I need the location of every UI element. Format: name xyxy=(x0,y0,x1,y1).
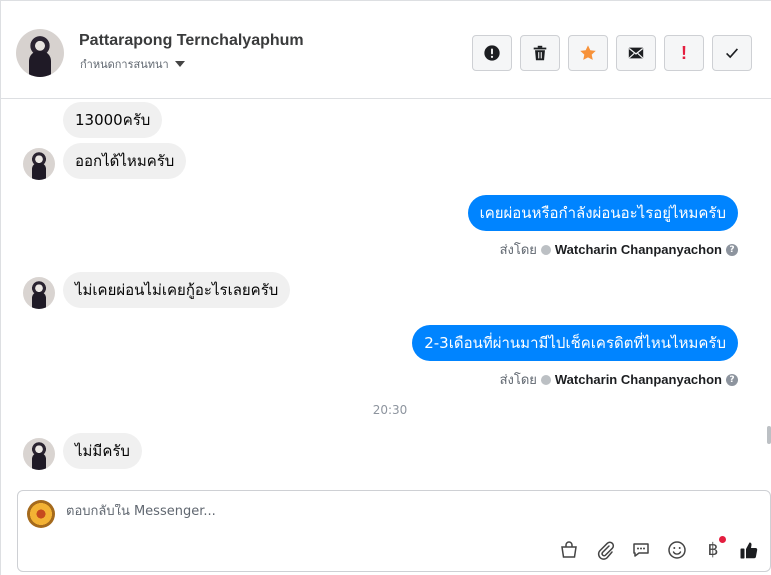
help-icon[interactable]: ? xyxy=(726,373,738,386)
sent-by-name[interactable]: Watcharin Chanpanyachon xyxy=(555,242,722,257)
conversation-header: Pattarapong Ternchalyaphum กำหนดการสนทนา… xyxy=(1,9,771,99)
incoming-message[interactable]: 13000ครับ xyxy=(63,102,163,138)
contact-name[interactable]: Pattarapong Ternchalyaphum xyxy=(79,32,304,50)
paperclip-icon xyxy=(597,541,615,560)
attach-button[interactable] xyxy=(594,539,616,561)
outgoing-message[interactable]: เคยผ่อนหรือกำลังผ่อนอะไรอยู่ไหมครับ xyxy=(467,195,738,231)
sent-by-name[interactable]: Watcharin Chanpanyachon xyxy=(555,372,722,387)
trash-icon xyxy=(533,45,547,61)
shopping-bag-icon xyxy=(561,541,577,558)
saved-replies-button[interactable] xyxy=(630,539,652,561)
conversation-panel: Pattarapong Ternchalyaphum กำหนดการสนทนา… xyxy=(0,0,771,575)
sender-avatar[interactable] xyxy=(23,277,55,309)
message-thread[interactable]: 13000ครับ ออกได้ไหมครับ เคยผ่อนหรือกำลัง… xyxy=(1,100,771,488)
conversation-toolbar: ! xyxy=(472,35,752,71)
exclamation-circle-icon xyxy=(484,45,500,61)
notification-dot xyxy=(719,536,726,543)
sent-by-label: ส่งโดย xyxy=(499,373,537,388)
mark-spam-button[interactable] xyxy=(472,35,512,71)
outgoing-message[interactable]: 2-3เดือนที่ผ่านมามีไปเช็คเครดิตที่ไหนไหม… xyxy=(412,325,738,361)
mark-unread-button[interactable] xyxy=(616,35,656,71)
payment-button[interactable]: ฿ xyxy=(702,536,726,561)
chat-bubble-icon xyxy=(633,543,649,557)
mark-done-button[interactable] xyxy=(712,35,752,71)
help-icon[interactable]: ? xyxy=(726,243,738,256)
emoji-button[interactable] xyxy=(666,539,688,561)
reply-composer: ฿ xyxy=(17,490,771,572)
delivered-check-icon xyxy=(540,374,551,385)
thumbs-up-icon xyxy=(740,542,758,559)
follow-up-button[interactable]: ! xyxy=(664,35,704,71)
incoming-message[interactable]: ไม่เคยผ่อนไม่เคยกู้อะไรเลยครับ xyxy=(63,272,291,308)
products-button[interactable] xyxy=(558,539,580,561)
message-timestamp: 20:30 xyxy=(372,403,408,417)
smiley-icon xyxy=(668,541,686,559)
exclamation-icon: ! xyxy=(681,42,687,63)
caret-down-icon xyxy=(174,61,185,67)
delete-button[interactable] xyxy=(520,35,560,71)
sender-avatar[interactable] xyxy=(23,438,55,470)
checkmark-icon xyxy=(726,48,739,59)
envelope-icon xyxy=(628,47,644,59)
conversation-settings-dropdown[interactable]: กำหนดการสนทนา xyxy=(80,55,185,73)
sent-by-line: ส่งโดย Watcharin Chanpanyachon ? xyxy=(500,369,738,390)
delivered-check-icon xyxy=(540,244,551,255)
contact-avatar[interactable] xyxy=(16,29,64,77)
sent-by-label: ส่งโดย xyxy=(499,243,537,258)
page-avatar xyxy=(27,500,55,528)
reply-input[interactable] xyxy=(66,504,666,519)
conversation-settings-label: กำหนดการสนทนา xyxy=(80,58,169,71)
like-button[interactable] xyxy=(738,539,760,561)
baht-icon: ฿ xyxy=(707,540,719,560)
incoming-message[interactable]: ออกได้ไหมครับ xyxy=(63,143,187,179)
sent-by-line: ส่งโดย Watcharin Chanpanyachon ? xyxy=(500,239,738,260)
star-button[interactable] xyxy=(568,35,608,71)
incoming-message[interactable]: ไม่มีครับ xyxy=(63,433,142,469)
sender-avatar[interactable] xyxy=(23,148,55,180)
scrollbar-thumb[interactable] xyxy=(767,426,771,444)
star-icon xyxy=(580,45,596,60)
composer-toolbar: ฿ xyxy=(558,536,760,561)
